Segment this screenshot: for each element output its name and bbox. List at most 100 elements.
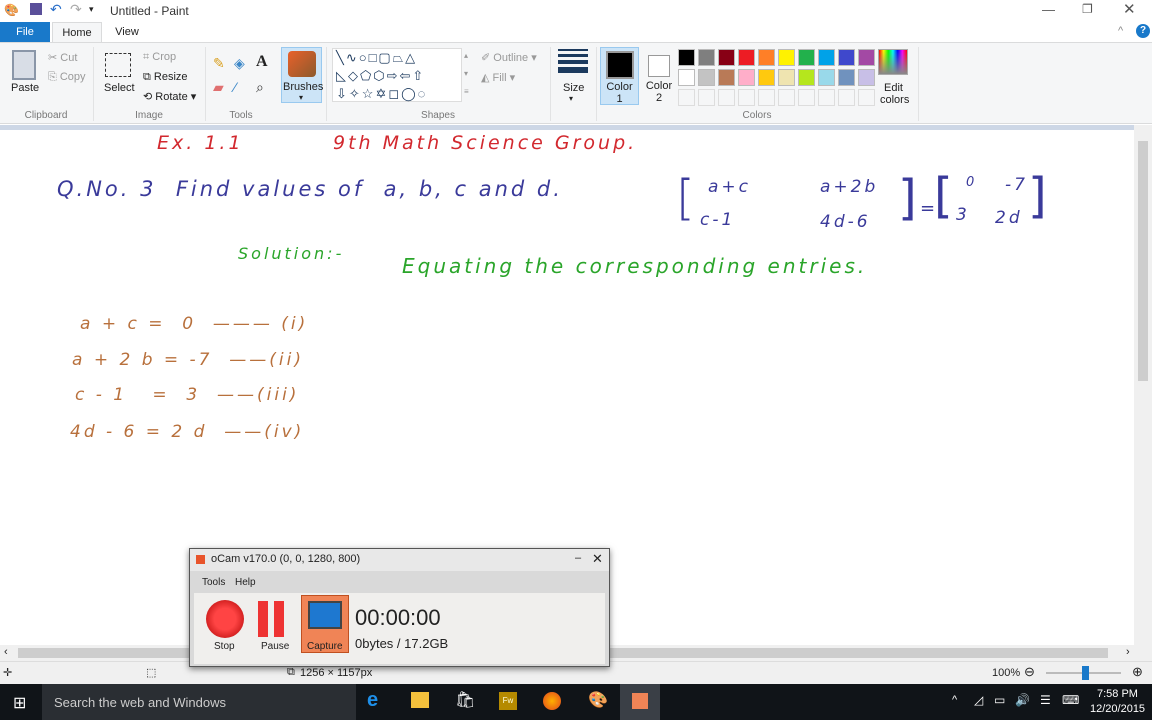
palette-swatch[interactable] xyxy=(838,49,855,66)
capture-button[interactable]: Capture xyxy=(301,595,349,653)
palette-swatch[interactable] xyxy=(718,69,735,86)
palette-swatch[interactable] xyxy=(758,49,775,66)
shapes-gallery[interactable]: ╲∿○□▢⏢△ ◺◇⬠⬡⇨⇦⇧ ⇩✧☆✡◻◯◌ xyxy=(332,48,462,102)
palette-swatch[interactable] xyxy=(758,69,775,86)
pause-button[interactable]: Pause xyxy=(261,641,289,652)
ocam-menu-help[interactable]: Help xyxy=(235,577,256,588)
stop-icon[interactable] xyxy=(206,600,244,638)
volume-icon[interactable]: 🔊 xyxy=(1015,693,1030,707)
palette-swatch[interactable] xyxy=(738,69,755,86)
custom-color-slot[interactable] xyxy=(858,89,875,106)
paste-button[interactable]: Paste xyxy=(11,82,39,94)
palette-swatch[interactable] xyxy=(798,69,815,86)
ocam-minimize-button[interactable]: – xyxy=(575,552,581,564)
undo-icon[interactable]: ↶ xyxy=(50,1,62,18)
palette-swatch[interactable] xyxy=(858,49,875,66)
fill-bucket-icon[interactable]: ◈ xyxy=(234,55,245,72)
palette-swatch[interactable] xyxy=(718,49,735,66)
palette-swatch[interactable] xyxy=(838,69,855,86)
custom-color-slot[interactable] xyxy=(718,89,735,106)
edit-colors-label[interactable]: Edit xyxy=(884,82,903,94)
zoom-in-button[interactable]: ⊕ xyxy=(1132,664,1143,680)
edge-icon[interactable]: e xyxy=(367,689,378,712)
pause-icon[interactable] xyxy=(274,601,284,637)
fireworks-icon[interactable]: Fw xyxy=(499,692,517,710)
color-picker-icon[interactable]: ⁄ xyxy=(234,79,236,95)
file-explorer-icon[interactable] xyxy=(411,692,429,708)
notifications-icon[interactable]: ☰ xyxy=(1040,693,1051,707)
minimize-button[interactable]: — xyxy=(1042,2,1055,17)
customize-qat-icon[interactable]: ▾ xyxy=(89,4,94,15)
scroll-right-icon[interactable]: › xyxy=(1126,646,1130,658)
palette-swatch[interactable] xyxy=(798,49,815,66)
collapse-ribbon-icon[interactable]: ^ xyxy=(1118,25,1123,37)
help-icon[interactable]: ? xyxy=(1136,24,1150,38)
palette-swatch[interactable] xyxy=(738,49,755,66)
select-button[interactable]: Select xyxy=(104,82,135,94)
magnifier-icon[interactable]: ⌕ xyxy=(256,79,264,96)
palette-swatch[interactable] xyxy=(698,69,715,86)
redo-icon[interactable]: ↷ xyxy=(70,1,82,18)
pencil-icon[interactable]: ✎ xyxy=(213,55,225,72)
ocam-taskbar-button[interactable] xyxy=(620,684,660,720)
scroll-up-icon[interactable]: ▴ ▾ ≡ xyxy=(464,51,469,96)
color2-button[interactable]: Color 2 xyxy=(642,47,676,105)
rotate-button[interactable]: ⟲ Rotate ▾ xyxy=(143,90,196,103)
palette-swatch[interactable] xyxy=(818,49,835,66)
stop-button[interactable]: Stop xyxy=(214,641,235,652)
paint-taskbar-icon[interactable]: 🎨 xyxy=(588,690,608,710)
tab-file[interactable]: File xyxy=(0,22,50,42)
palette-swatch[interactable] xyxy=(778,49,795,66)
cut-button[interactable]: ✂ Cut xyxy=(48,51,77,64)
size-button[interactable]: Size xyxy=(563,82,584,94)
edit-colors-label-2[interactable]: colors xyxy=(880,94,909,106)
windows-start-icon[interactable]: ⊞ xyxy=(13,693,26,713)
copy-button[interactable]: ⎘ Copy xyxy=(48,71,86,84)
battery-icon[interactable]: ▭ xyxy=(994,693,1005,707)
scroll-left-icon[interactable]: ‹ xyxy=(4,646,8,658)
size-icon[interactable] xyxy=(558,49,588,73)
keyboard-icon[interactable]: ⌨ xyxy=(1062,693,1079,707)
firefox-icon[interactable] xyxy=(543,692,561,710)
palette-swatch[interactable] xyxy=(698,49,715,66)
custom-color-slot[interactable] xyxy=(798,89,815,106)
palette-swatch[interactable] xyxy=(678,49,695,66)
text-tool-icon[interactable]: A xyxy=(256,53,268,71)
search-box[interactable]: Search the web and Windows xyxy=(42,684,356,720)
tab-view[interactable]: View xyxy=(104,22,150,42)
zoom-out-button[interactable]: ⊖ xyxy=(1024,664,1035,680)
brushes-button[interactable]: Brushes ▾ xyxy=(281,47,323,103)
custom-color-slot[interactable] xyxy=(678,89,695,106)
close-button[interactable]: ✕ xyxy=(1123,0,1136,18)
scrollbar-thumb[interactable] xyxy=(1138,141,1148,381)
palette-swatch[interactable] xyxy=(818,69,835,86)
show-hidden-icons[interactable]: ^ xyxy=(952,694,957,706)
crop-button[interactable]: ⌗ Crop xyxy=(143,51,176,64)
custom-color-slot[interactable] xyxy=(838,89,855,106)
network-icon[interactable]: ◿ xyxy=(974,693,983,707)
zoom-slider-thumb[interactable] xyxy=(1082,666,1089,680)
tab-home[interactable]: Home xyxy=(52,22,102,42)
custom-color-slot[interactable] xyxy=(818,89,835,106)
fill-button[interactable]: ◭ Fill ▾ xyxy=(481,71,515,84)
vertical-scrollbar[interactable] xyxy=(1134,125,1152,645)
clock-date[interactable]: 12/20/2015 xyxy=(1090,703,1145,715)
store-icon[interactable]: 🛍 xyxy=(455,690,475,710)
save-icon[interactable] xyxy=(30,3,42,15)
custom-color-slot[interactable] xyxy=(778,89,795,106)
custom-color-slot[interactable] xyxy=(758,89,775,106)
palette-swatch[interactable] xyxy=(858,69,875,86)
pause-icon[interactable] xyxy=(258,601,268,637)
palette-swatch[interactable] xyxy=(678,69,695,86)
palette-swatch[interactable] xyxy=(778,69,795,86)
custom-color-slot[interactable] xyxy=(698,89,715,106)
outline-button[interactable]: ✐ Outline ▾ xyxy=(481,51,537,64)
maximize-button[interactable]: ❐ xyxy=(1082,2,1093,16)
ocam-menu-tools[interactable]: Tools xyxy=(202,577,225,588)
resize-button[interactable]: ⧉ Resize xyxy=(143,71,188,84)
clock-time[interactable]: 7:58 PM xyxy=(1097,688,1138,700)
ocam-close-button[interactable]: ✕ xyxy=(592,551,603,567)
color1-button[interactable]: Color 1 xyxy=(600,47,639,105)
custom-color-slot[interactable] xyxy=(738,89,755,106)
eraser-icon[interactable]: ▰ xyxy=(213,79,224,96)
